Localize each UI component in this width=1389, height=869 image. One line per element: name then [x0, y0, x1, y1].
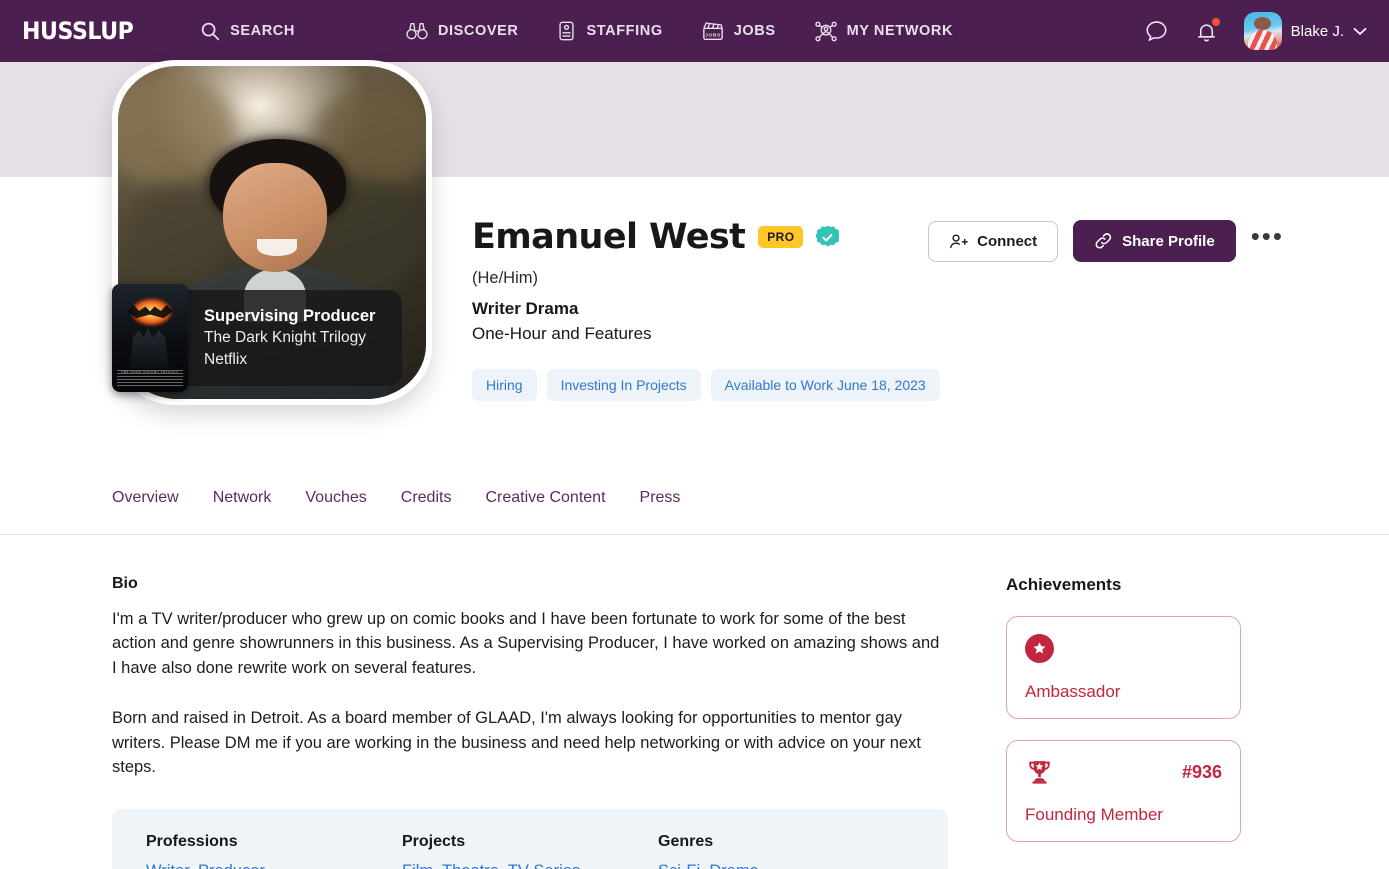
tab-credits[interactable]: Credits — [401, 489, 452, 507]
bio-paragraph-1: I'm a TV writer/producer who grew up on … — [112, 610, 940, 677]
top-navigation-bar: HUSSLUP SEARCH DISCOVER STAFFING JOBS JO… — [0, 0, 1389, 62]
network-icon — [814, 20, 838, 43]
achievement-name-ambassador: Ambassador — [1025, 682, 1121, 701]
nav-item-jobs-label: JOBS — [733, 23, 776, 39]
profile-name-block: Emanuel West PRO (He/Him) Writer Drama O… — [472, 217, 940, 401]
verified-check-icon — [816, 225, 840, 247]
profile-pronouns: (He/Him) — [472, 269, 538, 287]
credit-poster-image: THE DARK KNIGHT TRILOGY — [112, 284, 188, 392]
pro-badge: PRO — [758, 226, 804, 248]
tab-overview[interactable]: Overview — [112, 489, 179, 507]
chip-investing-in-projects[interactable]: Investing In Projects — [546, 369, 701, 401]
featured-credit-card[interactable]: THE DARK KNIGHT TRILOGY Supervising Prod… — [112, 284, 402, 392]
nav-item-discover[interactable]: DISCOVER — [405, 21, 519, 41]
achievements-heading: Achievements — [1006, 575, 1122, 594]
fact-projects-value[interactable]: Film, Theatre, TV-Series — [402, 862, 658, 869]
connect-button-label: Connect — [977, 232, 1038, 250]
profile-title-primary: Writer Drama — [472, 299, 579, 318]
trophy-icon — [1025, 758, 1054, 786]
fact-projects: Projects Film, Theatre, TV-Series — [402, 833, 658, 869]
bio-heading: Bio — [112, 575, 138, 592]
nav-center-group: DISCOVER STAFFING JOBS JOBS MY NETWORK — [405, 20, 953, 43]
nav-right-group: Blake J. — [1144, 12, 1367, 50]
profile-actions: Connect Share Profile ••• — [928, 220, 1284, 262]
nav-item-staffing-label: STAFFING — [586, 23, 663, 39]
nav-left-group: HUSSLUP SEARCH — [22, 17, 295, 45]
nav-item-jobs[interactable]: JOBS JOBS — [701, 20, 776, 42]
fact-genres-label: Genres — [658, 833, 714, 851]
svg-text:JOBS: JOBS — [705, 33, 721, 39]
profile-facts-panel: Professions Writer, Producer Projects Fi… — [112, 809, 948, 869]
nav-item-search[interactable]: SEARCH — [199, 20, 295, 42]
notification-badge-dot — [1211, 17, 1220, 26]
husslup-logo[interactable]: HUSSLUP — [22, 17, 134, 45]
profile-status-chips: Hiring Investing In Projects Available t… — [472, 369, 940, 401]
user-menu[interactable]: Blake J. — [1243, 12, 1367, 50]
nav-item-my-network[interactable]: MY NETWORK — [814, 20, 953, 43]
star-medal-icon — [1025, 634, 1054, 663]
profile-title-secondary: One-Hour and Features — [472, 324, 652, 343]
achievement-name-founding-member: Founding Member — [1025, 805, 1163, 824]
page-title: Emanuel West — [472, 217, 746, 257]
achievement-row — [1025, 634, 1222, 663]
avatar — [1243, 12, 1282, 50]
search-icon — [199, 20, 221, 42]
share-profile-button[interactable]: Share Profile — [1073, 220, 1236, 262]
chevron-down-icon — [1353, 27, 1367, 36]
chat-bubble-icon[interactable] — [1144, 19, 1169, 44]
name-row: Emanuel West PRO — [472, 217, 940, 257]
bell-icon[interactable] — [1195, 17, 1220, 44]
tab-vouches[interactable]: Vouches — [305, 489, 366, 507]
share-profile-button-label: Share Profile — [1122, 232, 1215, 250]
fact-genres-value[interactable]: Sci-Fi, Drama — [658, 862, 914, 869]
connect-button[interactable]: Connect — [928, 220, 1059, 262]
nav-item-staffing[interactable]: STAFFING — [556, 20, 662, 42]
nav-item-search-label: SEARCH — [230, 23, 295, 39]
link-icon — [1094, 232, 1113, 250]
chip-available-to-work[interactable]: Available to Work June 18, 2023 — [710, 369, 940, 401]
fact-professions: Professions Writer, Producer — [146, 833, 402, 869]
fact-professions-value[interactable]: Writer, Producer — [146, 862, 402, 869]
fact-professions-label: Professions — [146, 833, 238, 851]
bio-paragraph-2: Born and raised in Detroit. As a board m… — [112, 709, 921, 777]
achievement-rank-founding-member: #936 — [1181, 761, 1222, 782]
profile-avatar-card[interactable]: THE DARK KNIGHT TRILOGY Supervising Prod… — [112, 60, 432, 405]
tab-creative-content[interactable]: Creative Content — [485, 489, 605, 507]
credit-role: Supervising Producer — [204, 307, 376, 326]
user-menu-label: Blake J. — [1290, 22, 1344, 40]
credit-text-block: Supervising Producer The Dark Knight Tri… — [164, 290, 402, 386]
clipboard-icon — [556, 20, 577, 42]
tab-network[interactable]: Network — [213, 489, 272, 507]
fact-genres: Genres Sci-Fi, Drama — [658, 833, 914, 869]
profile-tabs: Overview Network Vouches Credits Creativ… — [0, 489, 1389, 535]
fact-projects-label: Projects — [402, 833, 466, 851]
profile-content: Bio I'm a TV writer/producer who grew up… — [0, 535, 1389, 869]
credit-project: The Dark Knight Trilogy — [204, 329, 366, 347]
more-options-button[interactable]: ••• — [1251, 223, 1284, 251]
clapperboard-icon: JOBS — [701, 20, 725, 42]
nav-item-my-network-label: MY NETWORK — [846, 23, 954, 39]
achievement-card-ambassador[interactable]: Ambassador — [1006, 616, 1241, 719]
main-column: Bio I'm a TV writer/producer who grew up… — [0, 575, 950, 869]
achievement-row: #936 — [1025, 758, 1222, 786]
binoculars-icon — [405, 21, 429, 41]
person-add-icon — [949, 233, 968, 250]
nav-item-discover-label: DISCOVER — [437, 23, 519, 39]
chip-hiring[interactable]: Hiring — [472, 369, 537, 401]
tab-press[interactable]: Press — [640, 489, 681, 507]
credit-network: Netflix — [204, 351, 248, 369]
profile-header: THE DARK KNIGHT TRILOGY Supervising Prod… — [0, 60, 1389, 489]
sidebar-column: Achievements Ambassador #936 Founding Me… — [950, 575, 1389, 869]
achievement-card-founding-member[interactable]: #936 Founding Member — [1006, 740, 1241, 842]
